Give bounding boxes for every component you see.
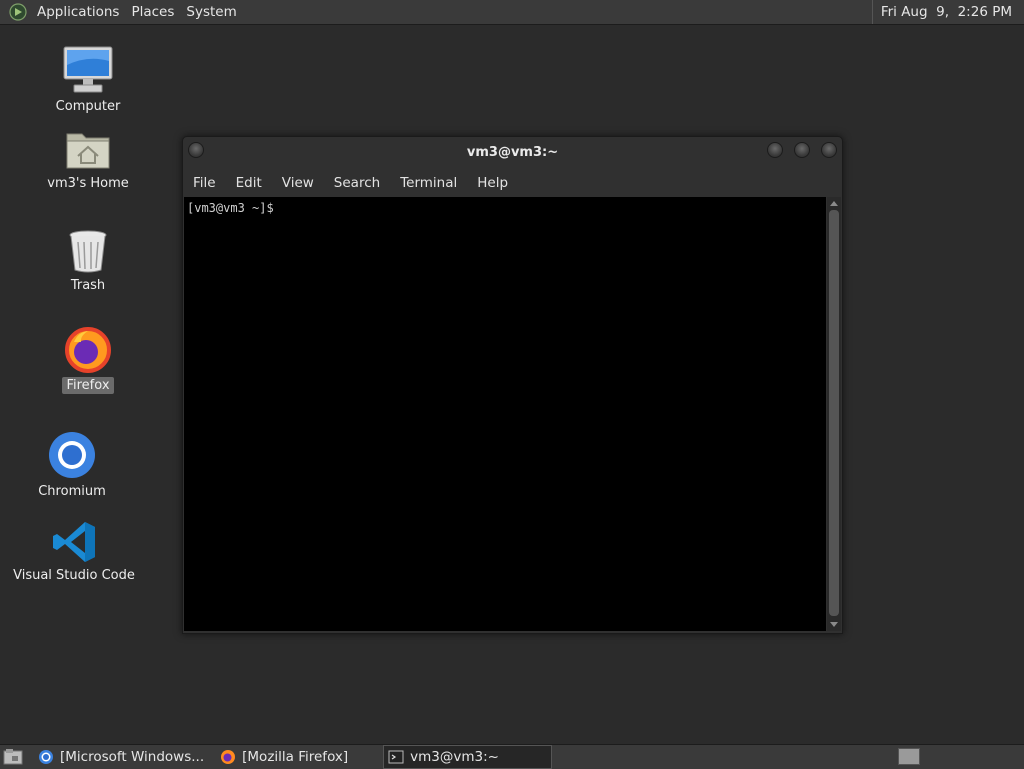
desktop-icon-label: Trash xyxy=(70,278,106,293)
firefox-icon xyxy=(221,750,236,764)
desktop-icon-home[interactable]: vm3's Home xyxy=(23,128,153,192)
menu-file[interactable]: File xyxy=(183,175,226,191)
top-panel: Applications Places System Fri Aug 9, 2:… xyxy=(0,0,1024,25)
desktop-icon-label: Computer xyxy=(55,99,121,114)
taskbar-item-label: [Microsoft Windows... xyxy=(60,749,205,765)
desktop-icon-label: Chromium xyxy=(38,484,106,499)
desktop-icon-trash[interactable]: Trash xyxy=(23,228,153,294)
menu-search[interactable]: Search xyxy=(324,175,390,191)
window-menu-button[interactable] xyxy=(188,142,204,158)
vscode-icon xyxy=(53,522,95,562)
desktop-icon-label: Visual Studio Code xyxy=(13,568,135,583)
terminal-title-bar[interactable]: vm3@vm3:~ xyxy=(183,137,842,167)
places-menu[interactable]: Places xyxy=(125,0,180,24)
desktop-icon-label: Firefox xyxy=(62,377,114,394)
terminal-scrollbar[interactable] xyxy=(827,197,841,631)
scroll-thumb[interactable] xyxy=(829,210,839,616)
desktop-icon-vscode[interactable]: Visual Studio Code xyxy=(9,520,139,584)
clock[interactable]: Fri Aug 9, 2:26 PM xyxy=(871,0,1024,24)
home-folder-icon xyxy=(66,133,110,169)
show-desktop-icon[interactable] xyxy=(3,748,23,766)
terminal-prompt: [vm3@vm3 ~]$ xyxy=(187,201,274,215)
menu-edit[interactable]: Edit xyxy=(226,175,272,191)
scroll-down-icon[interactable] xyxy=(830,622,838,627)
computer-icon xyxy=(63,46,113,93)
menu-view[interactable]: View xyxy=(272,175,324,191)
taskbar-item-terminal[interactable]: vm3@vm3:~ xyxy=(383,745,553,769)
desktop-icon-label: vm3's Home xyxy=(47,176,129,191)
close-button[interactable] xyxy=(821,142,837,158)
chromium-icon xyxy=(49,432,95,478)
menu-help[interactable]: Help xyxy=(467,175,518,191)
terminal-title: vm3@vm3:~ xyxy=(466,144,559,160)
applications-logo-icon[interactable] xyxy=(9,3,27,21)
system-menu[interactable]: System xyxy=(180,0,242,24)
terminal-output-area[interactable]: [vm3@vm3 ~]$ xyxy=(184,197,826,631)
taskbar-item-label: [Mozilla Firefox] xyxy=(242,749,349,765)
desktop-icon-firefox[interactable]: Firefox xyxy=(23,326,153,394)
menu-terminal[interactable]: Terminal xyxy=(390,175,467,191)
applications-menu[interactable]: Applications xyxy=(31,0,125,24)
taskbar-item-firefox[interactable]: [Mozilla Firefox] xyxy=(215,745,357,769)
terminal-menu-bar: File Edit View Search Terminal Help xyxy=(183,171,842,195)
workspace-switcher[interactable] xyxy=(898,748,920,765)
terminal-window[interactable]: vm3@vm3:~ File Edit View Search Terminal… xyxy=(182,136,843,634)
scroll-up-icon[interactable] xyxy=(830,201,838,206)
firefox-icon xyxy=(65,327,111,373)
taskbar-item-windows[interactable]: [Microsoft Windows... xyxy=(33,745,213,769)
desktop-icon-computer[interactable]: Computer xyxy=(23,45,153,115)
desktop-icon-chromium[interactable]: Chromium xyxy=(7,430,137,500)
terminal-icon xyxy=(388,750,404,764)
chromium-icon xyxy=(39,750,53,764)
taskbar-item-label: vm3@vm3:~ xyxy=(410,749,499,765)
trash-icon xyxy=(69,230,107,273)
maximize-button[interactable] xyxy=(794,142,810,158)
minimize-button[interactable] xyxy=(767,142,783,158)
bottom-panel: [Microsoft Windows... [Mozilla Firefox] … xyxy=(0,744,1024,769)
